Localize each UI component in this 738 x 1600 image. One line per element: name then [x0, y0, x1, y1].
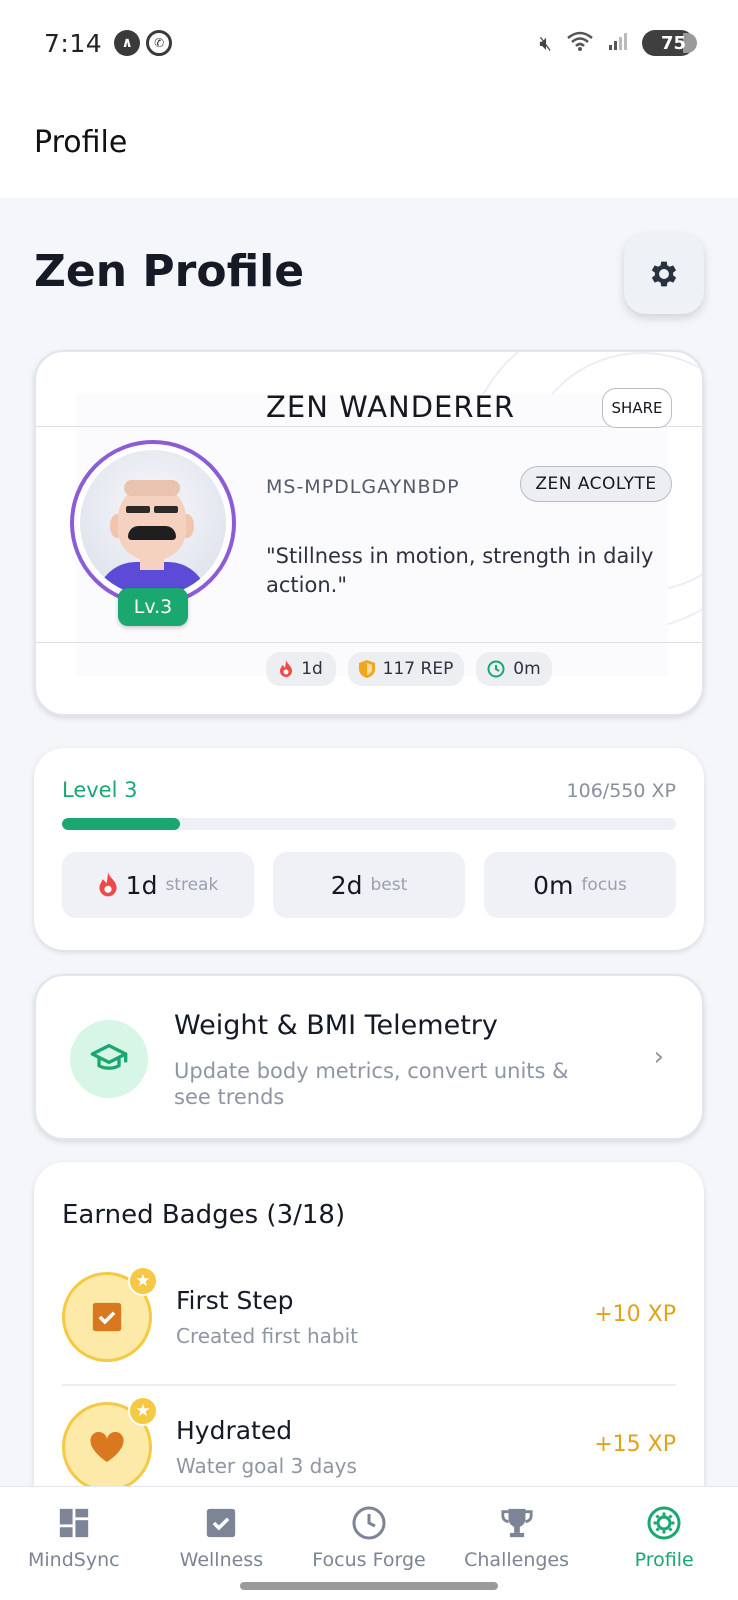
xp-progress-bar: [62, 818, 676, 830]
streak-chip-value: 1d: [301, 659, 323, 679]
mute-icon: 🔇︎: [539, 31, 552, 55]
wifi-icon: [566, 30, 594, 57]
gear-icon: [651, 261, 677, 287]
reputation-chip: 117 REP: [348, 652, 464, 686]
level-label: Level 3: [62, 778, 138, 802]
home-indicator[interactable]: [240, 1582, 498, 1590]
focus-chip: 0m: [476, 652, 552, 686]
focus-stat: 0m focus: [484, 852, 676, 918]
profile-gear-icon: [646, 1505, 682, 1541]
profile-name: ZEN WANDERER: [266, 390, 515, 424]
nav-item-mindsync[interactable]: MindSync: [0, 1487, 148, 1600]
user-id: MS-MPDLGAYNBDP: [266, 476, 460, 498]
nav-label: MindSync: [28, 1549, 120, 1571]
trophy-icon: [499, 1505, 535, 1541]
nav-label: Focus Forge: [312, 1549, 426, 1571]
nav-label: Wellness: [179, 1549, 264, 1571]
focus-chip-value: 0m: [513, 659, 541, 679]
battery-indicator: 75: [642, 30, 697, 56]
badge-item[interactable]: ★ First Step Created first habit +10 XP: [62, 1266, 676, 1392]
best-stat-label: best: [370, 875, 408, 895]
bmi-icon-container: [70, 1020, 148, 1098]
dashboard-icon: [56, 1505, 92, 1541]
streak-chip: 1d: [266, 652, 336, 686]
focus-stat-label: focus: [581, 875, 627, 895]
bmi-telemetry-card[interactable]: Weight & BMI Telemetry Update body metri…: [34, 974, 704, 1140]
badges-title: Earned Badges (3/18): [62, 1200, 346, 1230]
nav-item-profile[interactable]: Profile: [590, 1487, 738, 1600]
battery-level: 75: [660, 32, 686, 54]
signal-icon: [608, 31, 628, 56]
divider: [36, 642, 702, 643]
page-title: Zen Profile: [34, 246, 305, 297]
badge-xp: +15 XP: [594, 1432, 676, 1457]
heart-icon: [90, 1431, 124, 1462]
streak-stat-label: streak: [165, 875, 219, 895]
badge-xp: +10 XP: [594, 1302, 676, 1327]
badge-name: First Step: [176, 1286, 294, 1315]
graduation-cap-icon: [90, 1044, 128, 1070]
share-button[interactable]: SHARE: [602, 388, 672, 428]
streak-stat: 1d streak: [62, 852, 254, 918]
whatsapp-icon: ✆: [146, 30, 173, 56]
star-icon: ★: [128, 1266, 158, 1296]
reputation-chip-value: 117 REP: [382, 659, 454, 679]
level-card: Level 3 106/550 XP 1d streak 2d best 0m …: [34, 748, 704, 950]
checkbox-icon: [92, 1302, 122, 1332]
best-stat: 2d best: [273, 852, 465, 918]
status-time: 7:14: [44, 28, 103, 58]
xp-label: 106/550 XP: [566, 780, 676, 802]
profile-quote: "Stillness in motion, strength in daily …: [266, 544, 654, 597]
flame-icon: [99, 872, 117, 897]
best-stat-value: 2d: [330, 870, 363, 900]
badge-description: Water goal 3 days: [176, 1454, 357, 1478]
clock-icon: [351, 1505, 387, 1541]
badge-name: Hydrated: [176, 1416, 293, 1445]
level-badge: Lv.3: [118, 588, 188, 626]
bmi-title: Weight & BMI Telemetry: [174, 1010, 498, 1041]
avatar[interactable]: [70, 440, 236, 606]
rank-chip: ZEN ACOLYTE: [520, 466, 672, 502]
clock-icon: [487, 660, 505, 678]
shield-icon: [358, 660, 375, 678]
profile-card: Lv.3 ZEN WANDERER SHARE MS-MPDLGAYNBDP Z…: [34, 350, 704, 716]
app-bar-title: Profile: [34, 124, 128, 160]
divider: [62, 1384, 676, 1386]
checkbox-icon: [203, 1505, 239, 1541]
status-bar: 7:14 ∧ ✆ 🔇︎ 75: [0, 0, 738, 86]
nav-label: Profile: [634, 1549, 694, 1571]
xp-progress-fill: [62, 818, 181, 830]
bmi-subtitle: Update body metrics, convert units & see…: [174, 1059, 569, 1109]
settings-button[interactable]: [624, 234, 704, 314]
streak-stat-value: 1d: [125, 870, 158, 900]
divider: [36, 426, 702, 427]
app-bar: Profile: [0, 86, 738, 198]
nav-label: Challenges: [464, 1549, 570, 1571]
badge-description: Created first habit: [176, 1324, 358, 1348]
flame-icon: [280, 660, 293, 677]
chevron-right-icon: ›: [653, 1042, 664, 1072]
app-notification-icon: ∧: [114, 30, 141, 56]
star-icon: ★: [128, 1396, 158, 1426]
focus-stat-value: 0m: [533, 870, 574, 900]
